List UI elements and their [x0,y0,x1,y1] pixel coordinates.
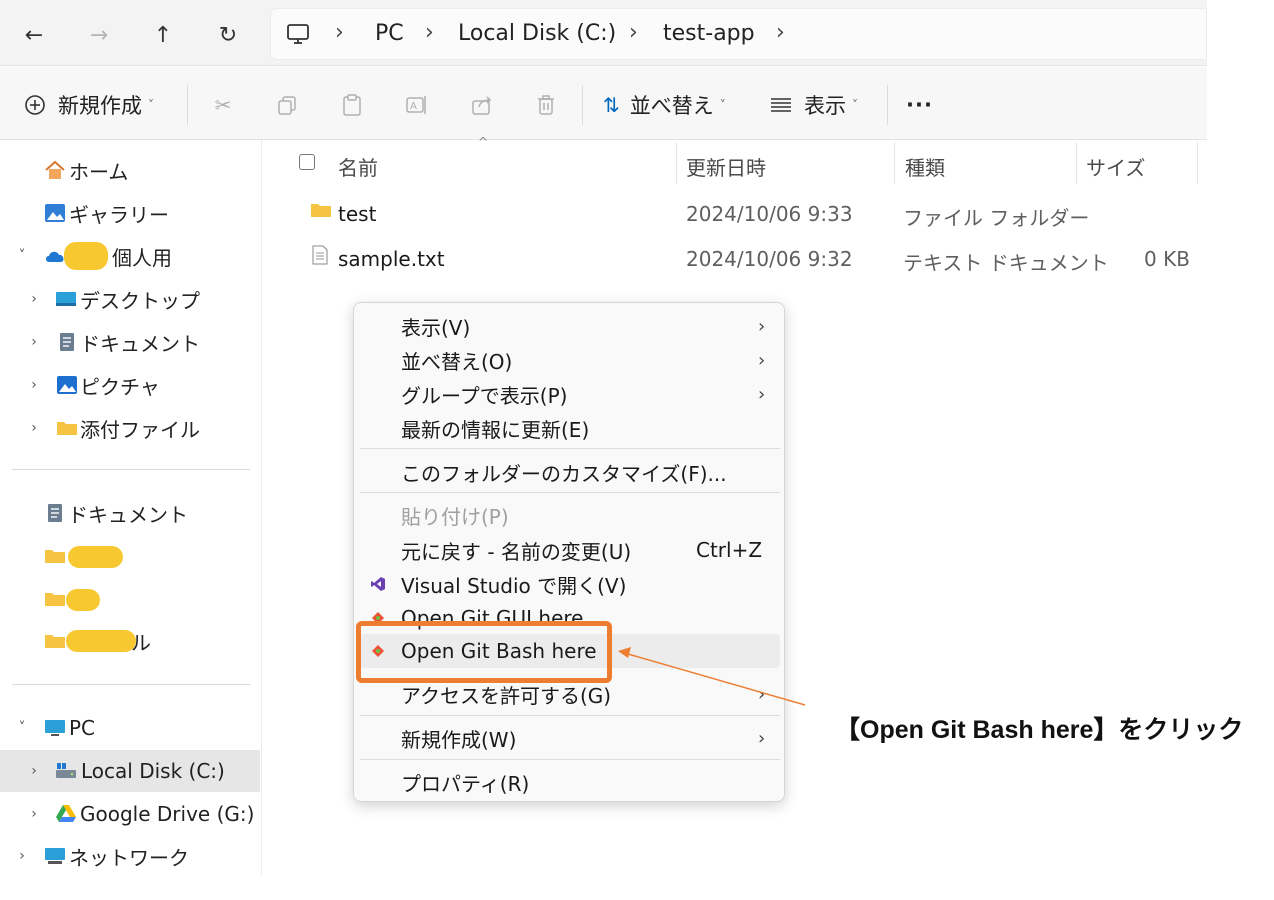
callout-text: 【Open Git Bash here】をクリック [835,716,1244,744]
callout-arrow [618,647,806,706]
